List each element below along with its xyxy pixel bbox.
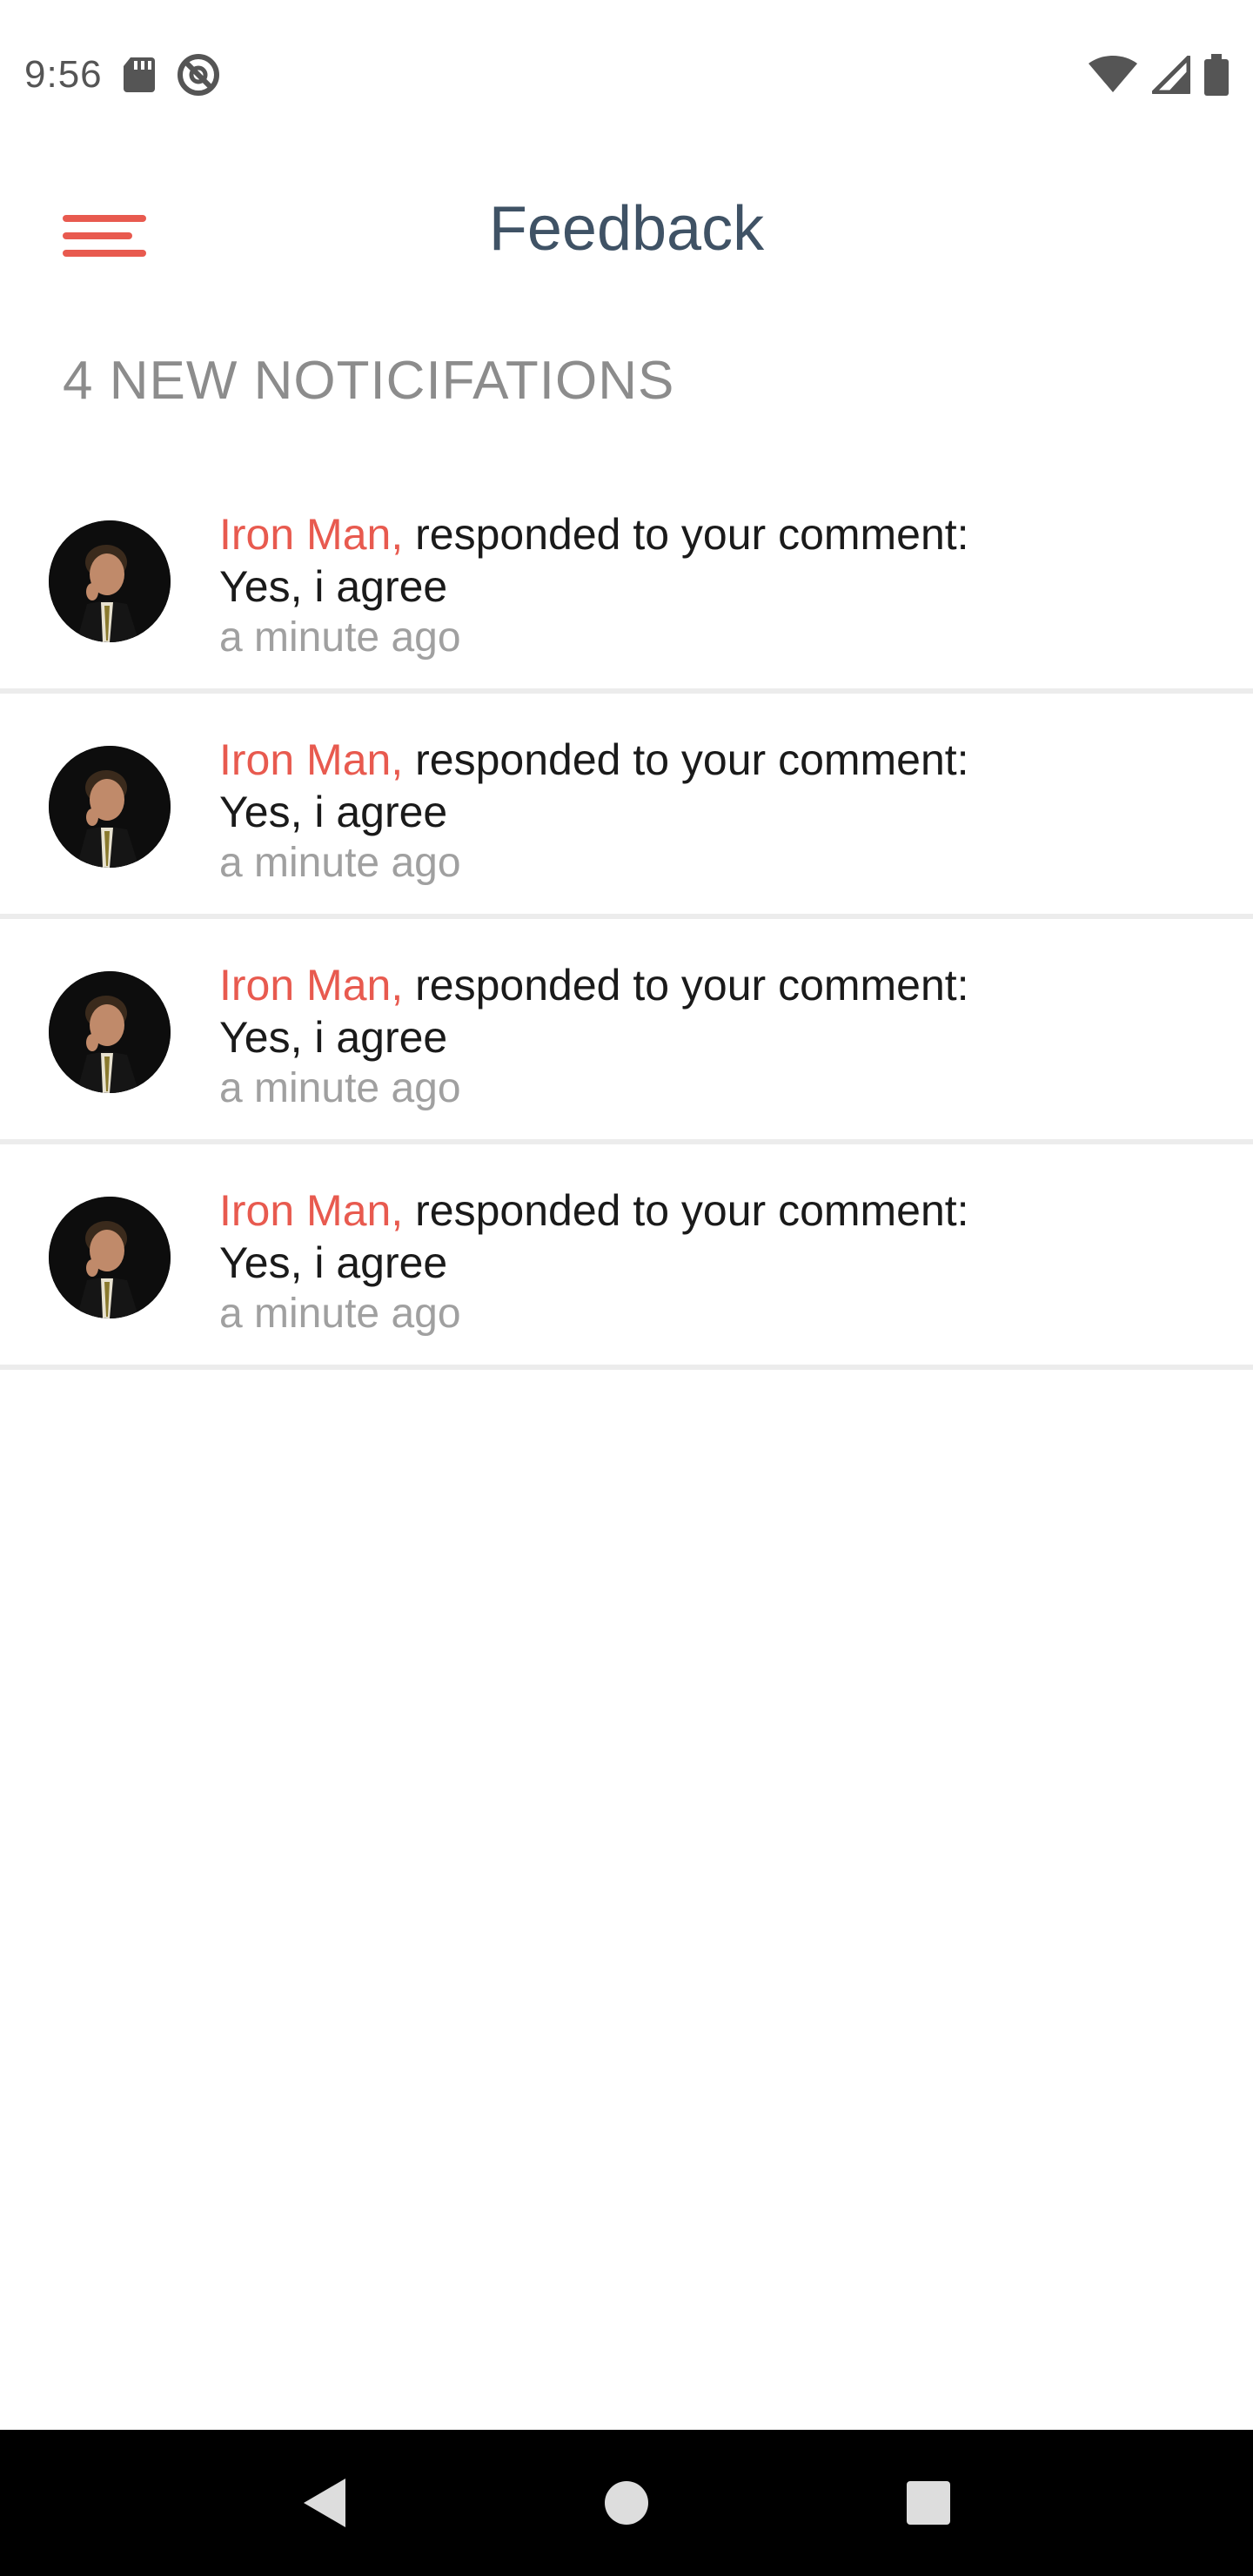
home-icon[interactable] — [574, 2451, 679, 2555]
notification-list: Iron Man, responded to your comment: Yes… — [0, 468, 1253, 1370]
notification-comment: Yes, i agree — [219, 562, 448, 611]
notification-text: Iron Man, responded to your comment: Yes… — [219, 734, 1220, 889]
notification-comment: Yes, i agree — [219, 788, 448, 836]
notification-item[interactable]: Iron Man, responded to your comment: Yes… — [0, 468, 1253, 694]
notification-text: Iron Man, responded to your comment: Yes… — [219, 1184, 1220, 1339]
app-bar: Feedback — [0, 150, 1253, 320]
battery-icon — [1204, 54, 1229, 96]
back-icon[interactable] — [272, 2451, 377, 2555]
notification-time: a minute ago — [219, 1065, 461, 1111]
status-time: 9:56 — [24, 53, 103, 96]
status-bar: 9:56 — [0, 0, 1253, 150]
notification-text: Iron Man, responded to your comment: Yes… — [219, 508, 1220, 663]
sd-card-icon — [122, 56, 157, 94]
notification-action: responded to your comment: — [415, 735, 969, 784]
signal-icon — [1152, 56, 1190, 94]
status-left: 9:56 — [24, 52, 221, 97]
notification-comment: Yes, i agree — [219, 1238, 448, 1287]
notification-author[interactable]: Iron Man, — [219, 510, 403, 559]
avatar — [49, 520, 171, 642]
notification-author[interactable]: Iron Man, — [219, 961, 403, 1010]
avatar — [49, 971, 171, 1093]
notification-line: Iron Man, responded to your comment: — [219, 959, 1220, 1011]
do-not-disturb-icon — [176, 52, 221, 97]
notification-author[interactable]: Iron Man, — [219, 1186, 403, 1235]
notification-comment: Yes, i agree — [219, 1013, 448, 1062]
notification-line: Iron Man, responded to your comment: — [219, 734, 1220, 786]
notifications-header: 4 NEW NOTICIFATIONS — [63, 351, 675, 411]
notification-text: Iron Man, responded to your comment: Yes… — [219, 959, 1220, 1114]
avatar — [49, 1197, 171, 1318]
notification-author[interactable]: Iron Man, — [219, 735, 403, 784]
wifi-icon — [1088, 56, 1138, 94]
notification-item[interactable]: Iron Man, responded to your comment: Yes… — [0, 919, 1253, 1144]
notification-time: a minute ago — [219, 614, 461, 661]
screen: 9:56 Feedback 4 NEW NOTICIFATIONS Iron M… — [0, 0, 1253, 2576]
notification-line: Iron Man, responded to your comment: — [219, 1184, 1220, 1237]
avatar — [49, 746, 171, 868]
notification-item[interactable]: Iron Man, responded to your comment: Yes… — [0, 694, 1253, 919]
recents-icon[interactable] — [876, 2451, 981, 2555]
navigation-bar — [0, 2430, 1253, 2576]
notification-time: a minute ago — [219, 1291, 461, 1337]
notification-item[interactable]: Iron Man, responded to your comment: Yes… — [0, 1144, 1253, 1370]
status-right — [1088, 54, 1229, 96]
notification-time: a minute ago — [219, 840, 461, 886]
notification-action: responded to your comment: — [415, 1186, 969, 1235]
notification-action: responded to your comment: — [415, 961, 969, 1010]
page-title: Feedback — [488, 194, 765, 264]
notification-action: responded to your comment: — [415, 510, 969, 559]
notification-line: Iron Man, responded to your comment: — [219, 508, 1220, 560]
